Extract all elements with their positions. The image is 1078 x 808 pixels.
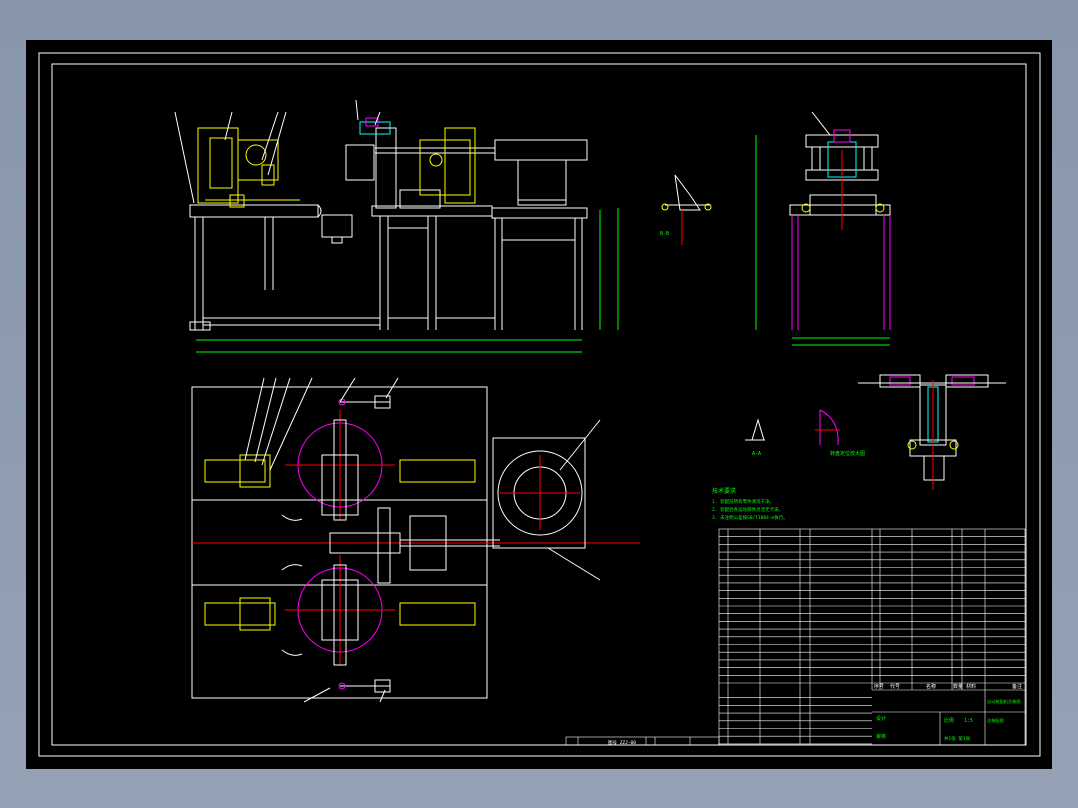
cad-viewport: 序号 代号 名称 数量 材料 备注 自动装配机总装图 总装配图 设计 审核 比例… <box>0 0 1078 808</box>
cad-drawing-canvas[interactable]: 序号 代号 名称 数量 材料 备注 自动装配机总装图 总装配图 设计 审核 比例… <box>0 0 1078 808</box>
detail-caption: 转盘定位放大图 <box>830 450 865 457</box>
note-3: 3. 未注明公差按GB/T1804-m执行。 <box>712 514 788 521</box>
note-1: 1. 装配前所有零件清洗干净。 <box>712 498 774 505</box>
checker-label: 审核 <box>876 733 886 740</box>
bom-header-name: 名称 <box>926 683 936 690</box>
sheet-label: 共1张 第1张 <box>944 735 971 742</box>
bom-header-material: 材料 <box>966 683 976 690</box>
scale-value: 1:5 <box>964 718 973 724</box>
bom-header-no: 序号 <box>874 683 884 690</box>
designer-label: 设计 <box>876 715 886 722</box>
bom-header-qty: 数量 <box>953 683 963 690</box>
scale-label: 比例 <box>944 717 954 724</box>
note-2: 2. 装配后各运动部件灵活无卡滞。 <box>712 506 783 513</box>
title-main: 自动装配机总装图 <box>987 698 1021 705</box>
detail-label: B-B <box>660 231 669 237</box>
notes-heading: 技术要求 <box>712 487 736 495</box>
title-sub: 总装配图 <box>987 717 1004 724</box>
bom-header-remark: 备注 <box>1012 683 1022 690</box>
bom-header-code: 代号 <box>890 683 900 690</box>
section-label: A-A <box>752 451 761 457</box>
bottom-strip-label: 图号 ZZJ-00 <box>608 740 636 746</box>
